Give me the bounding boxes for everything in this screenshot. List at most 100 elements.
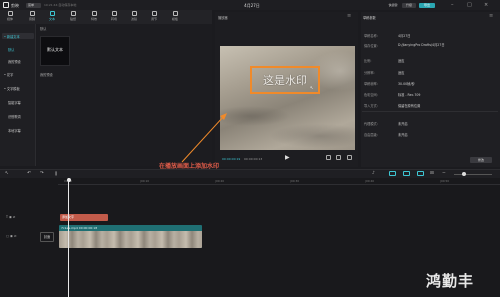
zoom-slider-handle[interactable] <box>462 172 466 176</box>
app-logo-icon <box>3 2 9 8</box>
zoom-out-icon[interactable]: − <box>442 171 446 176</box>
playhead-handle[interactable] <box>66 178 71 182</box>
expand-icon[interactable] <box>347 155 352 160</box>
auto-snap-icon[interactable] <box>403 171 410 176</box>
prop-resolution-value: 适应 <box>398 71 405 75</box>
zoom-slider[interactable] <box>454 173 492 175</box>
nav-new-text[interactable]: • 新建文本 <box>4 34 20 39</box>
maximize-icon[interactable]: □ <box>467 2 472 8</box>
nav-auto-captions[interactable]: 智能字幕 <box>8 100 21 105</box>
draft-properties-panel <box>361 12 500 167</box>
props-divider <box>362 111 498 112</box>
effects-icon <box>91 11 97 16</box>
nav-local-captions[interactable]: 本地字幕 <box>8 128 21 133</box>
filter-icon <box>131 11 137 16</box>
linkage-icon[interactable] <box>417 171 424 176</box>
prop-layer-value: 未开启 <box>398 133 408 137</box>
nav-default[interactable]: 默认 <box>8 47 14 52</box>
player-menu-icon[interactable]: ≡ <box>347 13 351 19</box>
playhead[interactable] <box>68 178 69 297</box>
sand-texture <box>220 46 355 150</box>
tool-effects[interactable]: 特效 <box>87 11 101 21</box>
document-title: 4月27日 <box>244 2 260 8</box>
nav-text-template[interactable]: • 文字模板 <box>4 86 20 91</box>
default-text-tile-label: 默认文本 <box>47 47 63 52</box>
close-icon[interactable]: × <box>484 2 488 8</box>
record-mic-icon[interactable]: ♪ <box>372 171 375 176</box>
tool-text[interactable]: 文本 <box>45 11 59 21</box>
prop-colorspace-value: 标准 - Rec.709 <box>398 93 421 97</box>
tool-filter[interactable]: 滤镜 <box>127 11 141 21</box>
video-track-controls[interactable]: ▢ ◉ ⊘ <box>6 234 17 238</box>
prop-import-label: 导入方式: <box>364 104 378 108</box>
clip-thumbnails <box>59 231 202 248</box>
text-icon <box>49 11 55 16</box>
prop-resolution-label: 分辨率: <box>364 71 375 75</box>
video-clip-label: 7c1ee.mp4 00:00:00:18 <box>61 226 98 230</box>
total-timecode: 00:00:00:13 <box>244 157 263 161</box>
prop-colorspace-label: 色彩空间: <box>364 93 378 97</box>
audio-icon <box>29 11 35 16</box>
cover-button[interactable]: 封面 <box>40 232 54 242</box>
brand-watermark: 鸿勤丰 <box>426 272 475 290</box>
watermark-text[interactable]: 这是水印 <box>251 72 319 88</box>
ruler-tick: |00:10 <box>140 179 150 183</box>
select-tool-icon[interactable]: ↖ <box>5 171 9 176</box>
prop-name-label: 草稿名称: <box>364 34 378 38</box>
tool-template[interactable]: 模板 <box>168 11 182 21</box>
app-name: 剪映 <box>11 2 19 8</box>
my-presets-title: 我的预设 <box>40 73 53 77</box>
tool-transition[interactable]: 转场 <box>107 11 121 21</box>
main-menu-button[interactable]: 菜单 <box>26 2 41 8</box>
ruler-tick: |00:20 <box>215 179 225 183</box>
text-track-controls[interactable]: T ◉ ⊘ <box>6 215 15 219</box>
redo-icon[interactable]: ↷ <box>40 171 44 176</box>
annotation-arrow <box>181 113 227 163</box>
props-menu-icon[interactable]: ≡ <box>489 13 493 19</box>
text-category-nav <box>0 24 36 166</box>
minimize-icon[interactable]: – <box>451 2 454 8</box>
split-icon[interactable]: ⫼ <box>55 171 57 177</box>
prop-proxy-label: 代理模式: <box>364 122 378 126</box>
template-icon <box>172 11 178 16</box>
timeline-toolbar <box>0 169 500 178</box>
tool-adjust[interactable]: 调节 <box>147 11 161 21</box>
nav-fancy-text[interactable]: • 花字 <box>4 72 13 77</box>
time-ruler[interactable] <box>58 179 500 185</box>
prop-import-value: 保留在原有位置 <box>398 104 421 108</box>
prop-layer-label: 自由层级: <box>364 133 378 137</box>
video-preview[interactable]: 这是水印 ↖ <box>220 46 355 150</box>
fullscreen-crop-icon[interactable] <box>326 155 331 160</box>
preview-axis-icon[interactable]: ⊟ <box>430 171 434 176</box>
mouse-cursor-icon: ↖ <box>310 85 314 90</box>
video-clip[interactable]: 7c1ee.mp4 00:00:00:18 <box>59 225 202 248</box>
asset-section-title: 默认 <box>40 27 47 31</box>
transition-icon <box>111 11 117 16</box>
sticker-icon <box>70 11 76 16</box>
tool-audio[interactable]: 音频 <box>25 11 39 21</box>
undo-icon[interactable]: ↶ <box>27 171 31 176</box>
nav-my-presets[interactable]: 我的预设 <box>8 59 21 64</box>
prop-name-value: 4月27日 <box>398 34 411 38</box>
ruler-tick: |00:40 <box>365 179 375 183</box>
prop-path-label: 保存位置: <box>364 44 378 48</box>
edit-props-button[interactable]: 修改 <box>470 157 492 163</box>
export-button[interactable]: 导出 <box>419 2 435 8</box>
tool-media[interactable]: 媒体 <box>3 11 17 21</box>
prop-ratio-label: 比例: <box>364 59 372 63</box>
ruler-tick: |00:50 <box>440 179 450 183</box>
play-icon[interactable]: ▶ <box>285 154 290 161</box>
ruler-tick: |00:30 <box>290 179 300 183</box>
prop-framerate-label: 草稿帧率: <box>364 82 378 86</box>
main-track-magnet-icon[interactable] <box>389 171 396 176</box>
nav-lyrics[interactable]: 识别歌词 <box>8 114 21 119</box>
prop-ratio-value: 适应 <box>398 59 405 63</box>
shortcut-button[interactable]: 快捷键 <box>386 3 400 8</box>
autosave-status: 10:21:44 自动保存本地 <box>44 3 77 7</box>
ratio-icon[interactable] <box>336 155 341 160</box>
props-title: 草稿参数 <box>363 16 376 20</box>
tool-sticker[interactable]: 贴纸 <box>66 11 80 21</box>
prop-proxy-value: 未开启 <box>398 122 408 126</box>
media-icon <box>7 11 13 16</box>
upgrade-button[interactable]: 升级 <box>402 2 416 8</box>
